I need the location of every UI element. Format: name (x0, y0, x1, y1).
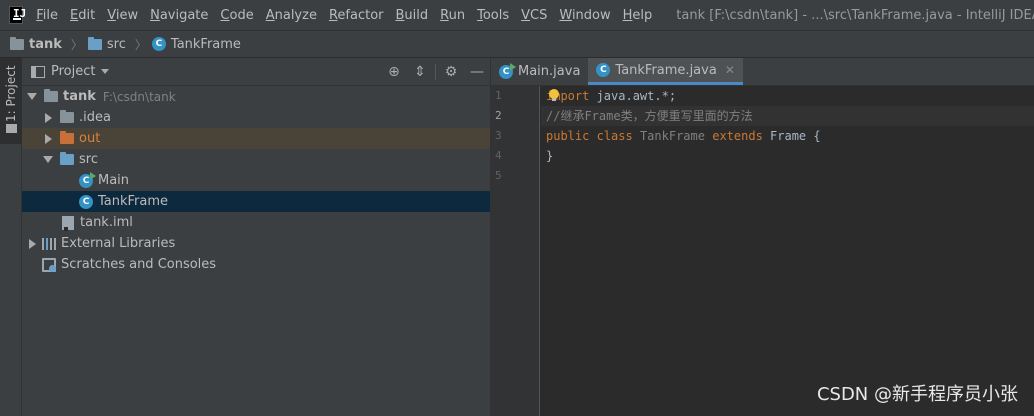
tree-node-tankframe[interactable]: C TankFrame (22, 191, 490, 212)
tree-node-out[interactable]: out (22, 128, 490, 149)
collapsed-arrow-icon[interactable] (40, 110, 56, 126)
tab-main-java[interactable]: C Main.java (491, 58, 588, 85)
menu-code[interactable]: Code (214, 8, 259, 23)
project-panel-header: Project ⊕ ⇕ ⚙ — (22, 58, 490, 86)
collapse-all-icon[interactable]: ⇕ (407, 58, 433, 86)
close-icon[interactable]: ✕ (725, 63, 735, 77)
line-number: 1 (495, 89, 502, 102)
folder-icon (6, 124, 17, 133)
menu-tools[interactable]: Tools (471, 8, 515, 23)
runnable-class-icon: C (499, 62, 516, 79)
line-number-gutter: 1 2 3 4 5 (491, 86, 540, 416)
line-number: 5 (495, 169, 502, 182)
collapsed-arrow-icon[interactable] (24, 236, 40, 252)
menu-help[interactable]: Help (617, 8, 659, 23)
tool-window-stripe: 1: Project (0, 58, 22, 416)
menu-vcs[interactable]: VCS (515, 8, 553, 23)
collapsed-arrow-icon[interactable] (40, 131, 56, 147)
folder-icon (10, 36, 24, 50)
scratches-icon (42, 257, 56, 272)
code-line-1[interactable]: import java.awt.*; (541, 86, 1034, 106)
tree-node-idea[interactable]: .idea (22, 107, 490, 128)
code-line-4[interactable]: } (541, 146, 1034, 166)
breadcrumb-item-tank[interactable]: tank (10, 36, 62, 52)
menu-edit[interactable]: Edit (64, 8, 101, 23)
class-icon: C (79, 194, 93, 209)
code-line-5[interactable] (541, 166, 1034, 186)
minimize-icon[interactable]: — (464, 58, 490, 86)
line-number: 4 (495, 149, 502, 162)
expanded-arrow-icon[interactable] (24, 89, 40, 105)
tree-node-root[interactable]: tank F:\csdn\tank (22, 86, 490, 107)
intellij-logo-icon: IJ (9, 6, 26, 24)
menu-view[interactable]: View (101, 8, 144, 23)
menu-analyze[interactable]: Analyze (260, 8, 323, 23)
code-line-3[interactable]: public class TankFrame extends Frame { (541, 126, 1034, 146)
code-area[interactable]: import java.awt.*; //继承Frame类，方便重写里面的方法 … (541, 86, 1034, 416)
class-icon: C (151, 37, 166, 51)
breadcrumb-item-src[interactable]: src (87, 36, 126, 52)
editor-body: 1 2 3 4 5 import java.awt.*; //继承Frame类，… (491, 86, 1034, 416)
menu-bar: IJ File Edit View Navigate Code Analyze … (0, 0, 1034, 30)
menu-refactor[interactable]: Refactor (323, 8, 390, 23)
toolbar-divider (435, 64, 436, 80)
tree-node-external-libraries[interactable]: External Libraries (22, 233, 490, 254)
locate-icon[interactable]: ⊕ (381, 58, 407, 86)
project-tree: tank F:\csdn\tank .idea out src C Main C… (22, 86, 490, 275)
folder-icon (60, 110, 74, 123)
project-panel-toolbar: ⊕ ⇕ ⚙ — (381, 58, 490, 86)
project-tool-tab-label: 1: Project (4, 65, 18, 122)
line-number: 2 (495, 109, 502, 122)
window-title: tank [F:\csdn\tank] - ...\src\TankFrame.… (676, 7, 1034, 23)
menu-build[interactable]: Build (390, 8, 435, 23)
editor: C Main.java C TankFrame.java ✕ 1 2 3 4 5… (490, 58, 1034, 416)
chevron-right-icon: 〉 (134, 37, 147, 52)
module-file-icon (62, 215, 74, 231)
menu-run[interactable]: Run (434, 8, 471, 23)
expanded-arrow-icon[interactable] (40, 152, 56, 168)
class-icon: C (596, 63, 611, 77)
source-folder-icon (87, 36, 102, 50)
tree-node-iml[interactable]: tank.iml (22, 212, 490, 233)
code-line-2[interactable]: //继承Frame类，方便重写里面的方法 (541, 106, 1034, 126)
menu-window[interactable]: Window (553, 8, 616, 23)
tree-node-main[interactable]: C Main (22, 170, 490, 191)
tab-tankframe-java[interactable]: C TankFrame.java ✕ (588, 58, 743, 85)
libraries-icon (42, 237, 56, 250)
watermark: CSDN @新手程序员小张 (816, 384, 1018, 405)
menu-file[interactable]: File (30, 8, 64, 23)
tree-node-scratches[interactable]: Scratches and Consoles (22, 254, 490, 275)
tree-node-src[interactable]: src (22, 149, 490, 170)
gear-icon[interactable]: ⚙ (438, 58, 464, 86)
project-tool-tab[interactable]: 1: Project (0, 58, 22, 144)
source-folder-icon (60, 152, 74, 165)
line-number: 3 (495, 129, 502, 142)
chevron-right-icon: 〉 (70, 37, 83, 52)
menu-navigate[interactable]: Navigate (144, 8, 214, 23)
breadcrumb: tank 〉 src 〉 C TankFrame (0, 30, 1034, 58)
project-panel-title[interactable]: Project (51, 64, 95, 79)
project-view-icon (31, 65, 45, 78)
chevron-down-icon[interactable] (101, 69, 110, 74)
module-folder-icon (44, 89, 58, 102)
editor-tabs: C Main.java C TankFrame.java ✕ (491, 58, 1034, 86)
breadcrumb-item-tankframe[interactable]: C TankFrame (151, 37, 241, 52)
project-panel: Project ⊕ ⇕ ⚙ — tank F:\csdn\tank .idea … (22, 58, 490, 416)
lightbulb-icon[interactable] (549, 89, 559, 102)
excluded-folder-icon (60, 131, 74, 144)
runnable-class-icon: C (79, 171, 96, 188)
